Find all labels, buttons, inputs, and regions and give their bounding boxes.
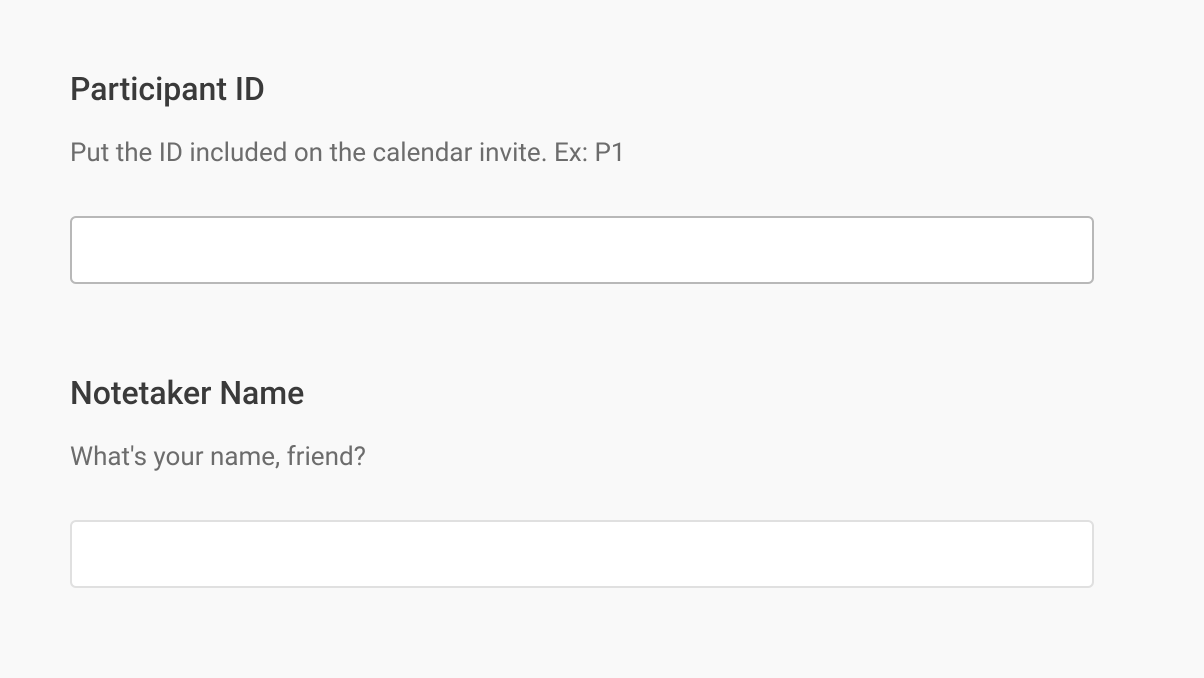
participant-id-input[interactable] [70,216,1094,284]
notetaker-name-label: Notetaker Name [70,374,1134,412]
notetaker-name-description: What's your name, friend? [70,442,1134,472]
notetaker-name-group: Notetaker Name What's your name, friend? [70,374,1134,588]
notetaker-name-input[interactable] [70,520,1094,588]
participant-id-description: Put the ID included on the calendar invi… [70,138,1134,168]
participant-id-group: Participant ID Put the ID included on th… [70,70,1134,284]
participant-id-label: Participant ID [70,70,1134,108]
